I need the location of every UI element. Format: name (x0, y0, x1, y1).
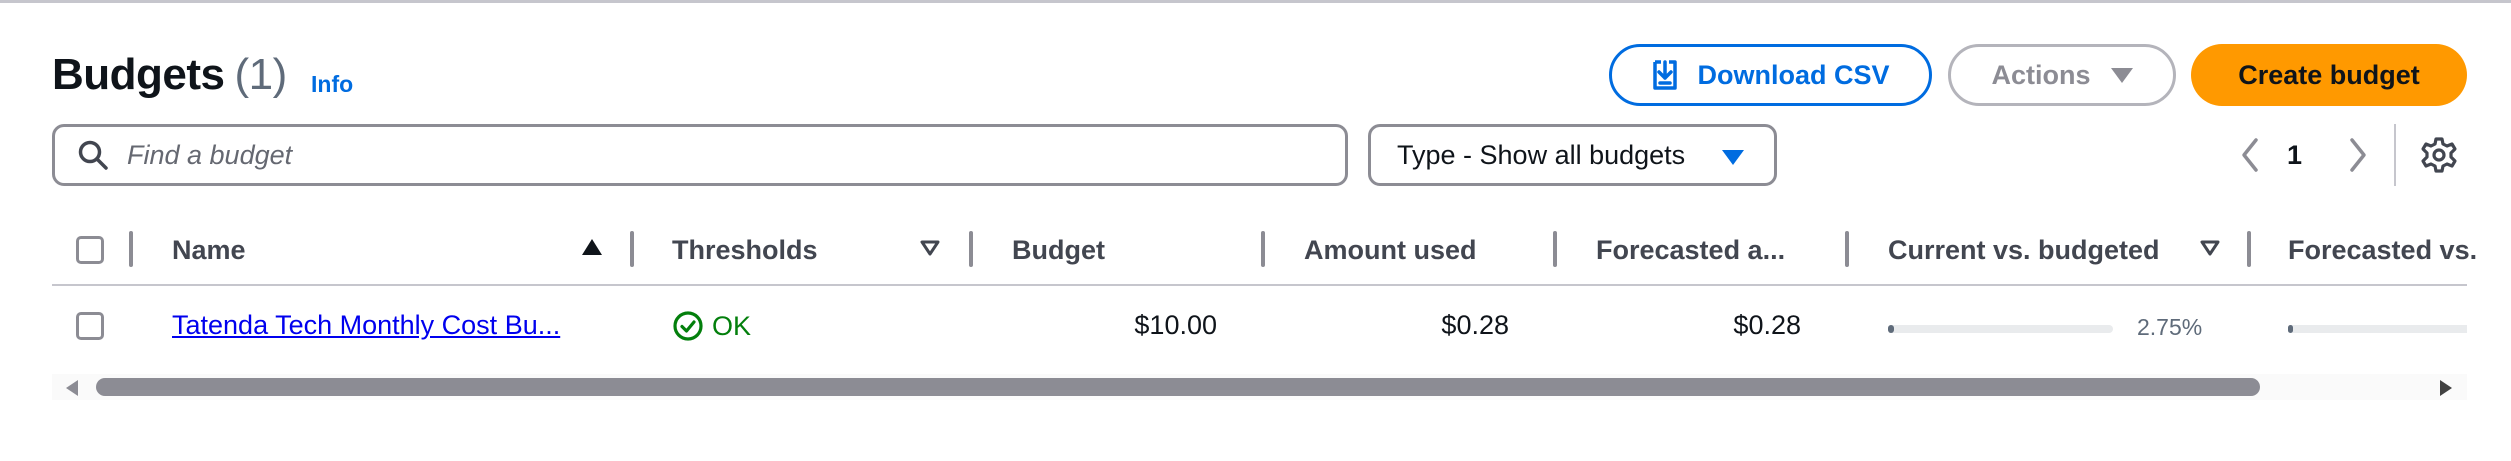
column-resizer[interactable] (630, 231, 634, 267)
scroll-left-arrow[interactable] (66, 380, 78, 396)
budget-name-link[interactable]: Tatenda Tech Monthly Cost Bu... (172, 310, 560, 341)
info-link[interactable]: Info (311, 71, 353, 98)
search-icon (78, 140, 108, 170)
actions-dropdown[interactable]: Actions (1948, 44, 2176, 106)
column-resizer[interactable] (1261, 231, 1265, 267)
next-page-button[interactable] (2340, 137, 2376, 173)
column-header-forecasted[interactable]: Forecasted a... (1596, 235, 1785, 266)
table-preferences-button[interactable] (2420, 136, 2458, 174)
chevron-left-icon (2242, 138, 2258, 172)
budget-count: (1) (234, 50, 288, 99)
download-csv-button[interactable]: Download CSV (1609, 44, 1932, 106)
forecasted-vs-budgeted-progress-fill (2288, 325, 2293, 333)
search-input[interactable] (125, 138, 1279, 172)
column-resizer[interactable] (1553, 231, 1557, 267)
scrollbar-thumb[interactable] (96, 378, 2260, 396)
forecasted-amount: $0.28 (1733, 310, 1801, 340)
row-select-checkbox[interactable] (76, 312, 104, 340)
column-header-budget[interactable]: Budget (1012, 235, 1105, 266)
current-vs-budgeted-percent: 2.75% (2137, 314, 2203, 340)
download-icon (1653, 60, 1678, 90)
sort-descending-icon[interactable] (2199, 239, 2221, 257)
current-vs-budgeted-progress-fill (1888, 325, 1895, 333)
column-resizer[interactable] (2247, 231, 2251, 267)
previous-page-button[interactable] (2232, 137, 2268, 173)
column-resizer[interactable] (129, 231, 133, 267)
current-page-number[interactable]: 1 (2287, 140, 2302, 171)
column-resizer[interactable] (1845, 231, 1849, 267)
caret-down-icon (2110, 67, 2133, 83)
pagination-divider (2394, 124, 2396, 186)
column-header-amount-used[interactable]: Amount used (1304, 235, 1477, 266)
amount-used: $0.28 (1441, 310, 1509, 340)
budget-amount: $10.00 (1134, 310, 1217, 340)
table-header: Name Thresholds Budget Amount used Forec… (52, 215, 2477, 285)
check-circle-icon (673, 311, 703, 341)
top-border (0, 0, 2511, 3)
threshold-status: OK (672, 310, 751, 342)
select-all-checkbox[interactable] (76, 236, 104, 264)
sort-ascending-icon[interactable] (582, 239, 602, 255)
type-filter-value: Type - Show all budgets (1397, 139, 1686, 170)
column-header-forecasted-vs-budgeted[interactable]: Forecasted vs. (2288, 235, 2477, 266)
chevron-right-icon (2350, 138, 2366, 172)
column-resizer[interactable] (969, 231, 973, 267)
sort-descending-icon[interactable] (919, 239, 941, 257)
page-title-text: Budgets (52, 50, 225, 99)
column-header-current-vs-budgeted[interactable]: Current vs. budgeted (1888, 235, 2160, 266)
column-header-thresholds[interactable]: Thresholds (672, 235, 818, 266)
download-csv-label: Download CSV (1697, 59, 1890, 90)
type-filter-select[interactable]: Type - Show all budgets (1368, 124, 1777, 186)
create-budget-label: Create budget (2238, 59, 2420, 90)
current-vs-budgeted-progress-bar (1888, 325, 2113, 333)
table-row: Tatenda Tech Monthly Cost Bu... OK $10.0… (52, 286, 2467, 366)
create-budget-button[interactable]: Create budget (2191, 44, 2467, 106)
actions-label: Actions (1991, 59, 2091, 90)
forecasted-vs-budgeted-progress-bar (2288, 325, 2467, 333)
caret-down-icon (1722, 150, 1744, 165)
search-box[interactable] (52, 124, 1348, 186)
scroll-right-arrow[interactable] (2440, 380, 2452, 396)
threshold-status-label: OK (712, 310, 752, 341)
gear-icon (2421, 137, 2457, 173)
page-title: Budgets (1) (52, 50, 287, 100)
column-header-name[interactable]: Name (172, 235, 246, 266)
